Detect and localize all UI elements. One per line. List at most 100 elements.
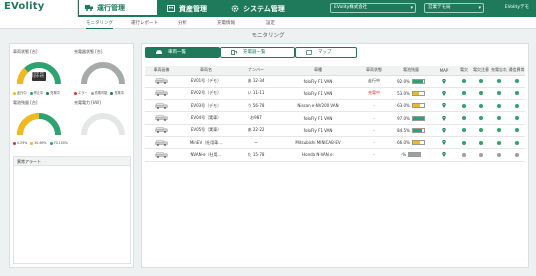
table-row[interactable]: EV03号（デモ）う 56-78 Nissan e-NV200 VAN - 63.0% <box>145 99 525 113</box>
battery-legend: 0-29% 30-69% 70-100% <box>13 141 68 145</box>
map-pin-icon[interactable] <box>442 78 446 84</box>
map-pin-icon[interactable] <box>442 115 446 121</box>
vehicle-name[interactable]: EV05号（実車） <box>178 124 234 137</box>
org-select-value: 営業デモ局 <box>428 5 451 10</box>
status-cell <box>456 99 472 113</box>
status-cell <box>490 124 508 137</box>
status-cell <box>472 87 490 101</box>
user-name[interactable]: EVolityデモ <box>505 4 529 10</box>
vehicle-status: 充電中 <box>358 87 390 101</box>
map-cell[interactable] <box>432 99 456 113</box>
map-cell[interactable] <box>432 111 456 125</box>
status-dot <box>497 116 501 121</box>
table-row[interactable]: EV05号（実車）あ 22-22 foloFly F1 VAN - 84.5% <box>145 124 525 137</box>
status-cell <box>490 87 508 101</box>
battery-value: 97.0% <box>397 115 410 121</box>
vehicle-name[interactable]: EV03号（デモ） <box>178 99 234 113</box>
battery-bar <box>411 115 425 121</box>
charger-icon <box>231 50 237 55</box>
status-cell <box>456 148 472 162</box>
vehicle-model: foloFly F1 VAN <box>278 111 358 125</box>
column-header: 電欠注意 <box>472 66 490 76</box>
status-dot <box>497 79 501 84</box>
company-select[interactable]: EVolity株式会社 ▾ <box>330 3 416 13</box>
status-cell <box>472 148 490 162</box>
subnav-settings[interactable]: 設定 <box>266 20 275 26</box>
status-cell <box>508 136 525 150</box>
table-row[interactable]: NVAN-e（社用… た 15-78 Honda N-VAN e: - -% <box>145 148 525 162</box>
vehicle-image <box>155 127 168 134</box>
battery-bar <box>411 90 425 96</box>
page-title: モニタリング <box>251 33 285 39</box>
status-cell <box>472 111 490 125</box>
legend-label: エラー <box>78 91 88 95</box>
status-dot <box>497 91 501 96</box>
tab-vehicle-list[interactable]: 車両一覧 <box>145 47 220 58</box>
battery-cell: 53.0% <box>390 87 432 101</box>
map-cell[interactable] <box>432 75 456 88</box>
logo[interactable]: EVolity <box>0 0 78 17</box>
org-select[interactable]: 営業デモ局 ▾ <box>424 3 484 13</box>
battery-bar <box>411 127 425 133</box>
column-header: 電欠 <box>456 66 472 76</box>
vehicle-name[interactable]: EV01号（デモ） <box>178 75 234 88</box>
map-pin-icon[interactable] <box>442 152 446 158</box>
battery-bar <box>411 78 425 84</box>
subnav-report[interactable]: 運行レポート <box>131 20 158 26</box>
map-pin-icon[interactable] <box>442 140 446 146</box>
subnav-charging[interactable]: 充電情報 <box>217 20 235 26</box>
map-cell[interactable] <box>432 87 456 101</box>
map-pin-icon[interactable] <box>442 127 446 133</box>
map-cell[interactable] <box>432 124 456 137</box>
status-cell <box>508 75 525 88</box>
vehicle-model: Mitsubishi MINICAB-EV <box>278 136 358 150</box>
map-pin-icon[interactable] <box>442 90 446 96</box>
vehicle-image <box>155 90 168 97</box>
legend-label: 充電可能 <box>94 91 108 95</box>
battery-value: 63.0% <box>397 103 410 109</box>
map-icon <box>306 50 312 55</box>
battery-value: 53.0% <box>397 90 410 96</box>
tab-system[interactable]: システム管理 <box>225 0 305 17</box>
charger-status-gauge <box>81 62 125 85</box>
vehicle-name[interactable]: EV04号（実車） <box>178 111 234 125</box>
vehicle-image-cell <box>145 124 178 137</box>
vehicle-name[interactable]: EV02号（デモ） <box>178 87 234 101</box>
table-row[interactable]: EV04号（実車） お987 foloFly F1 VAN - 97.0% <box>145 111 525 125</box>
table-row[interactable]: EV01号（デモ）あ 12-34 foloFly F1 VAN 走行中 92.0% <box>145 75 525 88</box>
vehicle-image-cell <box>145 136 178 150</box>
status-dot <box>479 103 483 108</box>
status-cell <box>472 136 490 150</box>
vehicle-name[interactable]: MinEV（社用車… <box>178 136 234 150</box>
truck-icon <box>85 5 93 11</box>
tab-operation[interactable]: 運行管理 <box>79 0 157 17</box>
vehicle-status-title: 車両状態 [台] <box>13 49 38 54</box>
vehicle-status: - <box>358 148 390 162</box>
status-dot <box>479 79 483 84</box>
map-pin-icon[interactable] <box>442 103 446 109</box>
status-dot <box>479 116 483 121</box>
tab-charger-list[interactable]: 充電器一覧 <box>220 47 295 58</box>
status-cell <box>456 87 472 101</box>
subnav-analysis[interactable]: 分析 <box>178 20 187 26</box>
battery-cell: 92.0% <box>390 75 432 88</box>
alert-title: 異常アラート <box>14 157 130 166</box>
status-dot <box>514 91 519 96</box>
map-cell[interactable] <box>432 148 456 162</box>
tab-assets[interactable]: 資産管理 <box>161 0 225 17</box>
table-row[interactable]: EV02号（デモ）い 11-11 foloFly F1 VAN 充電中 53.0% <box>145 87 525 101</box>
tab-label: システム管理 <box>243 4 285 13</box>
status-dot <box>479 140 483 145</box>
subnav-monitoring[interactable]: モニタリング <box>86 20 113 29</box>
vehicle-model: Honda N-VAN e: <box>278 148 358 162</box>
vehicle-name[interactable]: NVAN-e（社用… <box>178 148 234 162</box>
column-header: 充電忘れ <box>490 66 508 76</box>
tab-map[interactable]: マップ <box>295 47 357 58</box>
status-dot <box>514 79 519 84</box>
vehicle-number: お987 <box>234 111 278 125</box>
map-cell[interactable] <box>432 136 456 150</box>
table-row[interactable]: MinEV（社用車… ー Mitsubishi MINICAB-EV - 66.0% <box>145 136 525 150</box>
battery-bar-fill <box>412 79 423 83</box>
charger-status-legend: エラー 充電可能 充電中 <box>74 90 124 95</box>
vehicle-status: - <box>358 124 390 137</box>
